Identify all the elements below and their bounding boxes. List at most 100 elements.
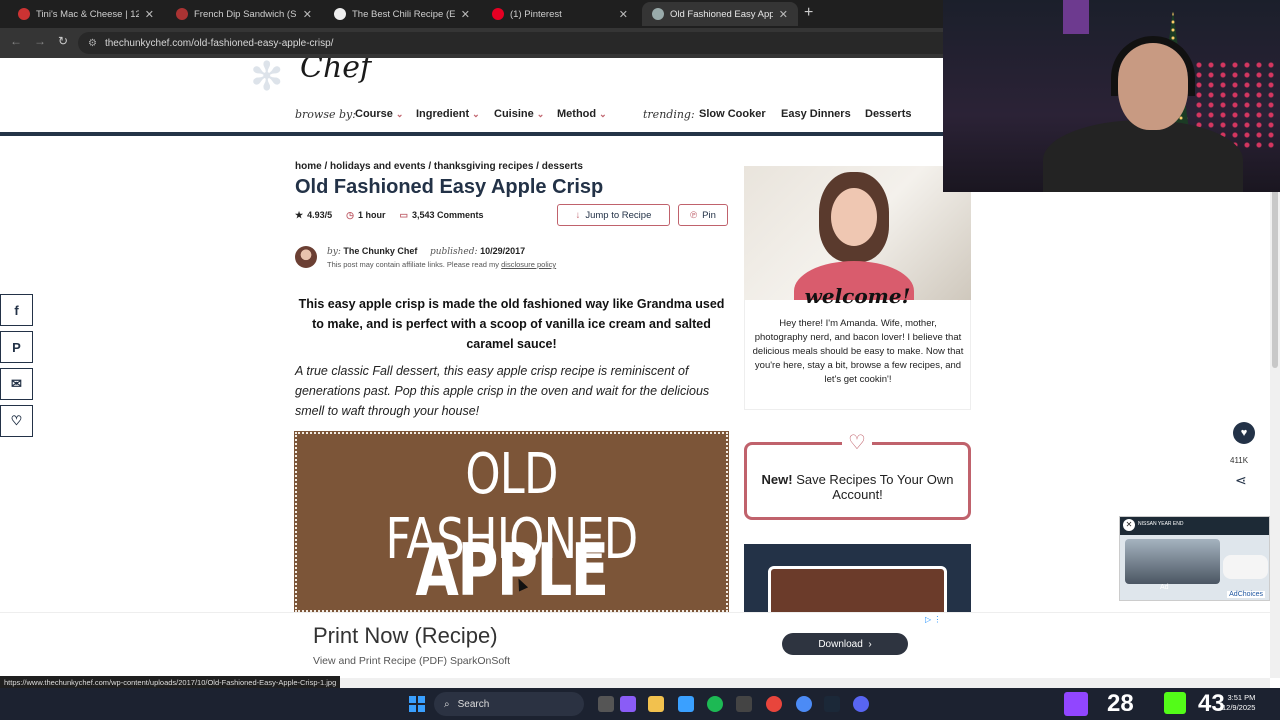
back-icon[interactable]: ← <box>10 34 22 48</box>
site-logo[interactable]: Chef <box>300 58 371 85</box>
ad-label: Ad <box>1160 584 1169 591</box>
rating: ★ 4.93/5 <box>295 210 332 221</box>
download-button[interactable]: Download › <box>782 633 908 655</box>
disclosure-link[interactable]: disclosure policy <box>501 260 556 269</box>
browser-tab[interactable]: Tini's Mac & Cheese | 12 Tomato ✕ <box>8 2 164 26</box>
url-field[interactable]: ⚙ thechunkychef.com/old-fashioned-easy-a… <box>78 32 958 54</box>
menu-ingredient[interactable]: Ingredient ⌄ <box>416 108 480 120</box>
spotify-icon[interactable] <box>707 696 723 712</box>
author-bio: Hey there! I'm Amanda. Wife, mother, pho… <box>752 318 964 385</box>
twitch-icon[interactable] <box>1064 692 1088 716</box>
disclosure-line: This post may contain affiliate links. P… <box>327 260 556 269</box>
pin-label: Pin <box>702 209 716 221</box>
notepad-icon[interactable] <box>678 696 694 712</box>
menu-label: Method <box>557 108 597 120</box>
save-recipes-text[interactable]: New! Save Recipes To Your Own Account! <box>755 472 960 502</box>
new-tab-button[interactable]: + <box>804 4 813 22</box>
clock-date: 12/9/2025 <box>1222 703 1256 712</box>
steam-icon[interactable] <box>824 696 840 712</box>
rating-value: 4.93/5 <box>307 210 333 220</box>
email-icon: ✉ <box>11 376 22 391</box>
trending-link-easy-dinners[interactable]: Easy Dinners <box>781 108 851 120</box>
pin-button[interactable]: ℗ Pin <box>678 204 728 226</box>
copilot-icon[interactable] <box>620 696 636 712</box>
intro-paragraph: A true classic Fall dessert, this easy a… <box>295 364 710 418</box>
comment-icon: ▭ <box>399 210 408 220</box>
browser-tab[interactable]: (1) Pinterest ✕ <box>482 2 638 26</box>
close-icon[interactable]: ✕ <box>1123 519 1135 531</box>
breadcrumb[interactable]: home / holidays and events / thanksgivin… <box>295 161 583 172</box>
trending-link-desserts[interactable]: Desserts <box>865 108 911 120</box>
chevron-down-icon: ⌄ <box>536 109 545 119</box>
comments-value: 3,543 Comments <box>412 210 484 220</box>
save-label: Save Recipes To Your Own Account! <box>796 472 954 502</box>
jump-to-recipe-button[interactable]: ↓ Jump to Recipe <box>557 204 670 226</box>
close-icon[interactable]: ✕ <box>461 8 470 21</box>
windows-start-icon[interactable] <box>409 696 425 712</box>
author-avatar <box>295 246 317 268</box>
share-count: 411K <box>1230 456 1249 465</box>
url-text: thechunkychef.com/old-fashioned-easy-app… <box>104 37 334 49</box>
published-date: 10/29/2017 <box>480 246 526 256</box>
wall-poster <box>1063 0 1089 34</box>
forward-icon[interactable]: → <box>34 34 46 48</box>
close-icon[interactable]: ✕ <box>303 8 312 21</box>
share-email-button[interactable]: ✉ <box>0 368 33 400</box>
taskbar: ⌕ Search 28 43 3:51 PM 12/9/2025 <box>0 688 1280 720</box>
video-ad[interactable]: ✕ NISSAN YEAR END Ad AdChoices <box>1119 516 1270 601</box>
discord-icon[interactable] <box>853 696 869 712</box>
kick-icon[interactable] <box>1164 692 1186 714</box>
share-icon[interactable]: ⋖ <box>1235 472 1247 489</box>
total-time: ◷ 1 hour <box>346 210 385 221</box>
recipe-icon <box>176 8 188 20</box>
menu-cuisine[interactable]: Cuisine ⌄ <box>494 108 544 120</box>
browse-label: browse by: <box>295 108 356 121</box>
tab-title: (1) Pinterest <box>510 8 562 20</box>
chevron-down-icon: ⌄ <box>395 109 404 119</box>
trending-label: trending: <box>643 108 695 121</box>
share-facebook-button[interactable]: f <box>0 294 33 326</box>
pinterest-icon: ℗ <box>690 209 698 221</box>
chrome-profile-icon[interactable] <box>796 696 812 712</box>
comments-link[interactable]: ▭ 3,543 Comments <box>399 210 483 221</box>
system-clock[interactable]: 3:51 PM 12/9/2025 <box>1222 693 1255 713</box>
bottom-ad-banner[interactable]: Print Now (Recipe) View and Print Recipe… <box>0 612 1270 678</box>
floating-heart-button[interactable]: ♥ <box>1233 422 1255 444</box>
file-explorer-icon[interactable] <box>648 696 664 712</box>
person-body <box>1043 120 1243 192</box>
taskbar-search[interactable]: ⌕ Search <box>434 692 584 716</box>
close-icon[interactable]: ✕ <box>779 8 788 21</box>
hero-image[interactable]: OLD FASHIONED APPLE CRISP <box>294 431 729 613</box>
chrome-icon[interactable] <box>766 696 782 712</box>
hud-icon[interactable] <box>736 696 752 712</box>
menu-course[interactable]: Course ⌄ <box>355 108 403 120</box>
author-name[interactable]: The Chunky Chef <box>343 246 417 256</box>
browser-tab[interactable]: The Best Chili Recipe (EASY REC ✕ <box>324 2 480 26</box>
adchoices-icon[interactable]: ▷ ⋮ <box>925 615 941 624</box>
menu-method[interactable]: Method ⌄ <box>557 108 607 120</box>
site-info-icon[interactable]: ⚙ <box>88 38 97 49</box>
clock-time: 3:51 PM <box>1227 693 1256 702</box>
trending-link-slow-cooker[interactable]: Slow Cooker <box>699 108 766 120</box>
close-icon[interactable]: ✕ <box>619 8 628 21</box>
browser-tab-active[interactable]: Old Fashioned Easy Apple Crisp ✕ <box>642 2 798 26</box>
browser-tab[interactable]: French Dip Sandwich (Slow Coo ✕ <box>166 2 322 26</box>
lead-paragraph: This easy apple crisp is made the old fa… <box>298 297 725 351</box>
author-photo <box>744 166 971 300</box>
published-label: published: <box>429 247 478 257</box>
save-favorite-button[interactable]: ♡ <box>0 405 33 437</box>
share-pinterest-button[interactable]: P <box>0 331 33 363</box>
reload-icon[interactable]: ↻ <box>58 34 68 48</box>
chevron-down-icon: ⌄ <box>599 109 607 119</box>
task-view-icon[interactable] <box>598 696 614 712</box>
facebook-icon: f <box>14 302 19 318</box>
close-icon[interactable]: ✕ <box>145 8 154 21</box>
pinterest-icon: P <box>12 339 21 355</box>
by-label: by: <box>327 247 341 257</box>
search-icon: ⌕ <box>444 698 450 710</box>
recipe-icon <box>334 8 346 20</box>
welcome-heading: welcome! <box>804 284 911 308</box>
adchoices-link[interactable]: AdChoices <box>1227 591 1265 598</box>
ad-car-image <box>1223 555 1268 579</box>
twitch-viewer-count: 28 <box>1107 690 1134 717</box>
